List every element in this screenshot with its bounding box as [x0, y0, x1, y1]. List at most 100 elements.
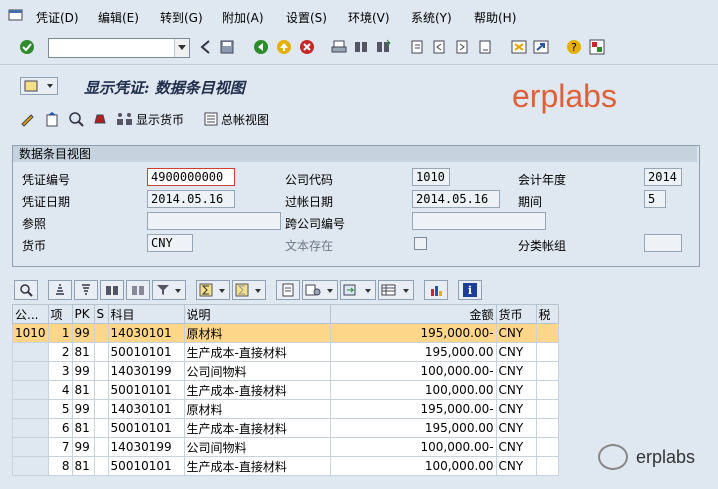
help-icon[interactable]: ?	[565, 38, 583, 56]
table-row[interactable]: 8 81 50010101 生产成本-直接材料 100,000.00 CNY	[12, 456, 559, 476]
sum-icon	[199, 283, 225, 297]
services-menu-button[interactable]	[20, 77, 58, 95]
fiscal-year-field[interactable]: 2014	[644, 168, 682, 186]
menu-settings[interactable]: 设置(S)	[286, 9, 327, 26]
magnifier-icon	[20, 284, 33, 297]
period-field[interactable]: 5	[644, 190, 666, 208]
alv-find-next-button[interactable]	[126, 280, 150, 300]
column-header-amount[interactable]: 金额	[329, 304, 497, 324]
exit-icon[interactable]	[275, 38, 293, 56]
table-row[interactable]: 3 99 14030199 公司间物料 100,000.00- CNY	[12, 361, 559, 381]
system-menu-icon[interactable]	[8, 7, 24, 23]
cell-text: 生产成本-直接材料	[183, 380, 331, 400]
menu-edit[interactable]: 编辑(E)	[98, 9, 139, 26]
command-field[interactable]	[48, 38, 190, 58]
cell-special-gl	[93, 399, 109, 419]
posting-date-field[interactable]: 2014.05.16	[412, 190, 500, 208]
display-currency-button[interactable]: 显示货币	[116, 110, 184, 128]
last-page-icon[interactable]	[476, 38, 494, 56]
alv-print-button[interactable]	[276, 280, 300, 300]
alv-sum-button[interactable]	[196, 280, 230, 300]
groupbox-title: 数据条目视图	[13, 146, 697, 162]
alv-info-button[interactable]: i	[458, 280, 482, 300]
back-icon[interactable]	[196, 38, 214, 56]
menu-goto[interactable]: 转到(G)	[160, 9, 203, 26]
column-header-currency[interactable]: 货币	[495, 304, 537, 324]
alv-graphic-button[interactable]	[424, 280, 448, 300]
reference-field[interactable]	[147, 212, 281, 230]
table-row[interactable]: 2 81 50010101 生产成本-直接材料 195,000.00 CNY	[12, 342, 559, 362]
alv-sort-asc-button[interactable]	[48, 280, 72, 300]
column-header-posting-key[interactable]: PK	[71, 304, 95, 324]
sort-ascending-icon	[56, 284, 64, 295]
save-icon[interactable]	[218, 38, 236, 56]
cell-company	[12, 361, 49, 381]
currency-field[interactable]: CNY	[147, 234, 193, 252]
display-detail-button[interactable]	[68, 110, 84, 128]
alv-find-button[interactable]	[100, 280, 124, 300]
command-dropdown-icon[interactable]	[174, 39, 189, 57]
cancel-icon[interactable]	[298, 38, 316, 56]
menu-system[interactable]: 系统(Y)	[411, 9, 452, 26]
company-code-field[interactable]: 1010	[412, 168, 450, 186]
cell-posting-key: 99	[71, 361, 95, 381]
find-next-icon[interactable]	[374, 38, 392, 56]
general-ledger-view-label: 总帐视图	[221, 112, 270, 127]
cell-account: 50010101	[107, 380, 185, 400]
column-header-account[interactable]: 科目	[107, 304, 185, 324]
ledger-group-field[interactable]	[644, 234, 682, 252]
menu-document[interactable]: 凭证(D)	[36, 9, 79, 26]
doc-number-field[interactable]: 4900000000	[147, 168, 235, 186]
nav-back-icon[interactable]	[252, 38, 270, 56]
change-mode-button[interactable]	[20, 110, 36, 128]
new-session-icon[interactable]	[510, 38, 528, 56]
shortcut-icon[interactable]	[532, 38, 550, 56]
alv-export-button[interactable]	[340, 280, 376, 300]
cell-special-gl	[93, 323, 109, 343]
column-header-company[interactable]: 公...	[12, 304, 49, 324]
check-icon[interactable]	[18, 38, 36, 56]
hat-button[interactable]	[92, 110, 108, 128]
table-row[interactable]: 7 99 14030199 公司间物料 100,000.00- CNY	[12, 437, 559, 457]
alv-sort-desc-button[interactable]	[74, 280, 98, 300]
cell-currency: CNY	[495, 361, 537, 381]
cell-amount: 100,000.00	[329, 456, 497, 476]
find-icon[interactable]	[352, 38, 370, 56]
table-row[interactable]: 1010 1 99 14030101 原材料 195,000.00- CNY	[12, 323, 559, 343]
text-exists-checkbox[interactable]	[414, 237, 427, 250]
cell-company: 1010	[12, 323, 49, 343]
table-row[interactable]: 6 81 50010101 生产成本-直接材料 195,000.00 CNY	[12, 418, 559, 438]
alv-layout-button[interactable]	[378, 280, 414, 300]
table-row[interactable]: 4 81 50010101 生产成本-直接材料 100,000.00 CNY	[12, 380, 559, 400]
binoculars-next-icon	[132, 286, 144, 295]
column-header-item[interactable]: 项	[47, 304, 73, 324]
cell-currency: CNY	[495, 456, 537, 476]
menu-help[interactable]: 帮助(H)	[474, 9, 516, 26]
alv-subtotal-button[interactable]	[232, 280, 266, 300]
alv-views-button[interactable]	[302, 280, 338, 300]
alv-filter-button[interactable]	[152, 280, 186, 300]
alv-details-button[interactable]	[14, 280, 38, 300]
print-icon[interactable]	[330, 38, 348, 56]
watermark-text: erplabs	[512, 78, 617, 114]
column-header-text[interactable]: 说明	[183, 304, 331, 324]
period-label: 期间	[518, 195, 543, 209]
column-header-tax[interactable]: 税	[535, 304, 559, 324]
cell-tax	[535, 456, 559, 476]
other-document-button[interactable]	[44, 110, 60, 128]
general-ledger-view-button[interactable]: 总帐视图	[203, 110, 269, 128]
prev-page-icon[interactable]	[430, 38, 448, 56]
cross-company-field[interactable]	[412, 212, 546, 230]
posting-date-label: 过帐日期	[285, 195, 334, 209]
column-header-special-gl[interactable]: S	[93, 304, 109, 324]
menu-environment[interactable]: 环境(V)	[348, 9, 390, 26]
doc-date-field[interactable]: 2014.05.16	[147, 190, 235, 208]
next-page-icon[interactable]	[453, 38, 471, 56]
menu-extras[interactable]: 附加(A)	[222, 9, 264, 26]
first-page-icon[interactable]	[408, 38, 426, 56]
svg-text:i: i	[468, 284, 472, 297]
table-row[interactable]: 5 99 14030101 原材料 195,000.00- CNY	[12, 399, 559, 419]
layout-grid-icon	[381, 284, 409, 296]
header-groupbox	[12, 145, 700, 267]
layout-icon[interactable]	[588, 38, 606, 56]
